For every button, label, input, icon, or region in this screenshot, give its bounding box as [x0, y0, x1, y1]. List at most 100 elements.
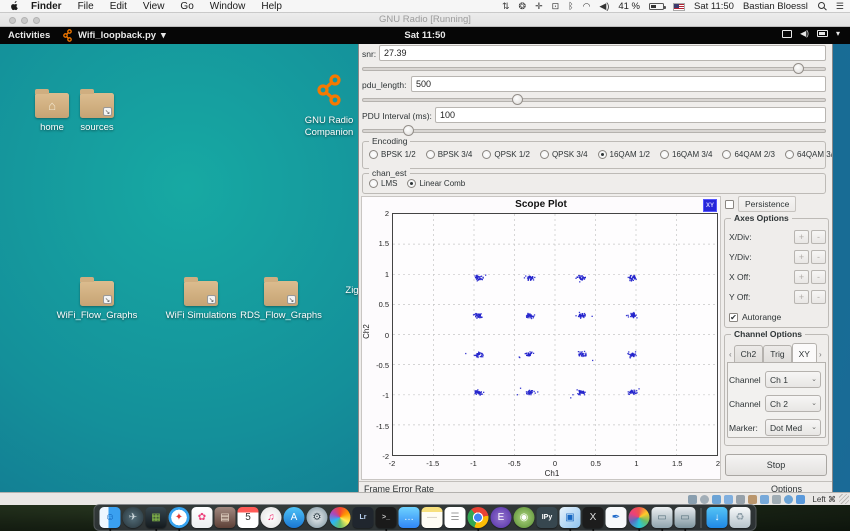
desktop-icon-sources[interactable]: ↘sources [47, 93, 147, 134]
gnome-clock[interactable]: Sat 11:50 [404, 30, 445, 41]
notification-center-icon[interactable]: ☰ [836, 0, 844, 13]
slider-handle[interactable] [512, 94, 523, 105]
vbox-display-icon[interactable] [760, 495, 769, 504]
xy-mode-button[interactable]: XY [703, 199, 717, 212]
dock-icon-virtualbox[interactable]: ▣ [560, 507, 581, 528]
vbox-mouse-integration-icon[interactable] [796, 495, 805, 504]
dock-icon-minimized-window-2[interactable]: ▭ [675, 507, 696, 528]
updown-arrows-icon[interactable]: ⇅ [502, 0, 510, 13]
dock-icon-calendar[interactable]: 5 [238, 507, 259, 528]
encoding-option-qpsk-3-4[interactable]: QPSK 3/4 [540, 150, 588, 159]
menu-item-finder[interactable]: Finder [31, 1, 62, 12]
tab-ch2[interactable]: Ch2 [734, 345, 764, 362]
increment-button-x-off[interactable]: + [794, 270, 809, 284]
desktop-icon-wifi-flow-graphs[interactable]: ↘WiFi_Flow_Graphs [47, 281, 147, 322]
tab-scroll-right[interactable]: › [817, 350, 824, 362]
encoding-option-16qam-3-4[interactable]: 16QAM 3/4 [660, 150, 712, 159]
volume-icon[interactable]: ◀) [599, 0, 609, 13]
chan-est-radio-lms[interactable] [369, 179, 378, 188]
encoding-radio-qpsk-3-4[interactable] [540, 150, 549, 159]
dock-icon-emacs[interactable]: E [491, 507, 512, 528]
encoding-option-16qam-1-2[interactable]: 16QAM 1/2 [598, 150, 650, 159]
input-language-flag-icon[interactable] [673, 3, 685, 11]
encoding-radio-64qam-2-3[interactable] [722, 150, 731, 159]
dock-icon-downloads-folder[interactable]: ↓ [707, 507, 728, 528]
chan-est-radio-linear-comb[interactable] [407, 179, 416, 188]
dock-icon-xquartz[interactable]: X [583, 507, 604, 528]
dock-icon-color-wheel[interactable] [330, 507, 351, 528]
decrement-button-x-div[interactable]: - [811, 230, 826, 244]
encoding-option-bpsk-1-2[interactable]: BPSK 1/2 [369, 150, 416, 159]
dock-icon-trash[interactable]: ♻ [730, 507, 751, 528]
dock-icon-system-preferences[interactable]: ⚙ [307, 507, 328, 528]
snr-field[interactable]: 27.39 [379, 45, 826, 61]
slider-handle[interactable] [793, 63, 804, 74]
encoding-radio-16qam-3-4[interactable] [660, 150, 669, 159]
tab-scroll-left[interactable]: ‹ [727, 350, 734, 362]
dock-icon-pinwheel-app[interactable] [629, 507, 650, 528]
menu-item-edit[interactable]: Edit [110, 1, 127, 12]
pdu-length-field[interactable]: 500 [411, 76, 826, 92]
dock-icon-finder[interactable]: ☺ [100, 507, 121, 528]
dock-icon-terminal[interactable]: >_ [376, 507, 397, 528]
dock-icon-itunes[interactable]: ♫ [261, 507, 282, 528]
pdu-interval-field[interactable]: 100 [435, 107, 826, 123]
virtualbox-titlebar[interactable]: GNU Radio [Running] [0, 13, 850, 27]
dock-icon-messages[interactable]: … [399, 507, 420, 528]
vbox-hard-disk-icon[interactable] [688, 495, 697, 504]
pdu-interval-slider[interactable] [362, 125, 826, 136]
vbox-usb-icon[interactable] [736, 495, 745, 504]
dock-icon-notes[interactable]: ― [422, 507, 443, 528]
resize-grip[interactable] [839, 494, 849, 504]
dock-icon-app-store[interactable]: A [284, 507, 305, 528]
vpn-icon[interactable]: ❂ [519, 0, 527, 13]
menubar-clock[interactable]: Sat 11:50 [694, 1, 734, 12]
dock-icon-lightroom[interactable]: Lr [353, 507, 374, 528]
menu-item-window[interactable]: Window [210, 1, 246, 12]
encoding-radio-qpsk-1-2[interactable] [482, 150, 491, 159]
menu-item-go[interactable]: Go [180, 1, 193, 12]
increment-button-y-div[interactable]: + [794, 250, 809, 264]
dock-icon-photos[interactable]: ✿ [192, 507, 213, 528]
gnome-window-menu[interactable]: Wifi_loopback.py ▾ [62, 29, 166, 42]
dock-icon-safari[interactable]: ✦ [169, 507, 190, 528]
menubar-user[interactable]: Bastian Bloessl [743, 1, 808, 12]
vbox-features-icon[interactable] [784, 495, 793, 504]
encoding-option-64qam-2-3[interactable]: 64QAM 2/3 [722, 150, 774, 159]
snr-slider[interactable] [362, 63, 826, 74]
channel-select-ch-1[interactable]: Ch 1⌄ [765, 371, 821, 388]
gnome-activities-button[interactable]: Activities [8, 30, 50, 41]
dock-icon-reminders[interactable]: ☰ [445, 507, 466, 528]
vbox-optical-disc-icon[interactable] [700, 495, 709, 504]
encoding-radio-16qam-1-2[interactable] [598, 150, 607, 159]
apple-logo-icon[interactable] [10, 1, 21, 12]
encoding-option-64qam-3-4[interactable]: 64QAM 3/4 [785, 150, 833, 159]
wifi-icon[interactable]: ◠ [583, 0, 591, 13]
encoding-option-qpsk-1-2[interactable]: QPSK 1/2 [482, 150, 530, 159]
channel-select-ch-2[interactable]: Ch 2⌄ [765, 395, 821, 412]
autorange-checkbox[interactable]: ✔ [729, 313, 738, 322]
dock-icon-contacts[interactable]: ▤ [215, 507, 236, 528]
marker-select-dot-med[interactable]: Dot Med⌄ [765, 419, 821, 436]
menu-item-view[interactable]: View [143, 1, 165, 12]
dock-icon-launchpad[interactable]: ✈ [123, 507, 144, 528]
spotlight-search-icon[interactable] [817, 1, 827, 12]
vbox-network-icon[interactable] [724, 495, 733, 504]
stop-button[interactable]: Stop [725, 454, 827, 476]
chan-est-option-linear-comb[interactable]: Linear Comb [407, 179, 465, 188]
dock-icon-atom[interactable]: ◉ [514, 507, 535, 528]
dock-icon-minimized-window-1[interactable]: ▭ [652, 507, 673, 528]
decrement-button-y-div[interactable]: - [811, 250, 826, 264]
battery-icon[interactable] [649, 3, 664, 10]
vbox-shared-folders-icon[interactable] [748, 495, 757, 504]
vbox-video-capture-icon[interactable] [772, 495, 781, 504]
decrement-button-x-off[interactable]: - [811, 270, 826, 284]
pdu-length-slider[interactable] [362, 94, 826, 105]
dock-icon-activity-stats[interactable]: ▦ [146, 507, 167, 528]
constellation-plot[interactable] [392, 213, 718, 456]
encoding-radio-bpsk-1-2[interactable] [369, 150, 378, 159]
encoding-radio-bpsk-3-4[interactable] [426, 150, 435, 159]
tab-xy[interactable]: XY [792, 343, 817, 362]
slider-handle[interactable] [403, 125, 414, 136]
menu-item-file[interactable]: File [78, 1, 94, 12]
